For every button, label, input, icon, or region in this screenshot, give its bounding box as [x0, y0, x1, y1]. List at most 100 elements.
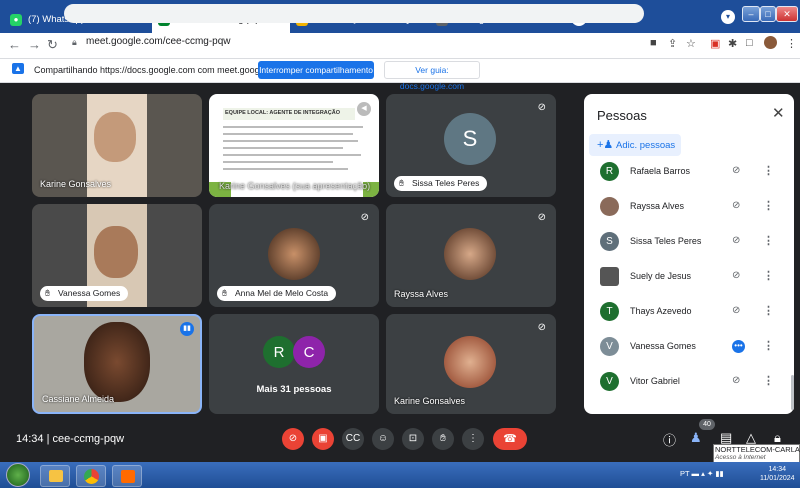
person-face [94, 112, 136, 162]
participant-name: Karine Gonsalves [40, 179, 112, 189]
video-tile[interactable]: ⊘ Rayssa Alves [386, 204, 556, 307]
participant-row[interactable]: T Thays Azevedo ⊘ ⋮ [600, 302, 780, 324]
participant-row[interactable]: S Sissa Teles Peres ⊘ ⋮ [600, 232, 780, 254]
leave-call-button[interactable]: ☎ [493, 428, 527, 450]
forward-icon[interactable]: → [28, 37, 41, 52]
more-options-icon[interactable]: ⋮ [763, 374, 774, 387]
menu-icon[interactable]: ⋮ [786, 37, 797, 50]
participant-name: Rayssa Alves [394, 289, 449, 299]
more-horizontal-icon: ••• [732, 340, 745, 353]
star-icon[interactable]: ☆ [686, 37, 696, 50]
puzzle-icon[interactable]: ✱ [728, 37, 737, 50]
url-text[interactable]: meet.google.com/cee-ccmg-pqw [86, 36, 231, 47]
more-options-icon[interactable]: ⋮ [763, 234, 774, 247]
more-options-icon[interactable]: ⋮ [763, 199, 774, 212]
avatar: C [293, 336, 325, 368]
tooltip-network-status: Acesso à Internet [715, 454, 766, 461]
more-options-icon[interactable]: ⋮ [763, 339, 774, 352]
back-icon[interactable]: ← [8, 37, 21, 52]
avatar[interactable] [764, 36, 777, 49]
close-icon[interactable]: ✕ [772, 104, 785, 122]
participant-name: Thays Azevedo [630, 306, 692, 316]
people-icon[interactable]: ♟︎ [690, 430, 702, 446]
share-icon[interactable]: ⇪ [668, 37, 677, 50]
switch-tab-button[interactable]: Ver guia: docs.google.com [384, 61, 480, 91]
person-face [84, 322, 150, 402]
stop-sharing-button[interactable]: Interromper compartilhamento [258, 61, 374, 79]
url-field[interactable] [64, 4, 644, 23]
slide-title: EQUIPE LOCAL: AGENTE DE INTEGRAÇÃO [225, 110, 340, 116]
close-window-button[interactable]: ✕ [776, 6, 798, 22]
participant-row[interactable]: Rayssa Alves ⊘ ⋮ [600, 197, 780, 219]
camera-toggle-button[interactable]: ▣ [312, 428, 334, 450]
mic-off-icon: ⊘ [732, 270, 741, 281]
more-options-icon[interactable]: ⋮ [763, 304, 774, 317]
participant-name: Karine Gonsalves (sua apresentação) [219, 181, 371, 191]
more-options-button[interactable]: ⋮ [462, 428, 484, 450]
info-icon[interactable]: ⓘ [663, 430, 676, 449]
avatar: S [444, 113, 496, 165]
video-tile-active-speaker[interactable]: ▮▮ Cassiane Almeida [32, 314, 202, 414]
present-icon: ▲ [12, 63, 24, 74]
avatar: V [600, 337, 619, 356]
chevron-down-icon[interactable]: ▾ [721, 10, 735, 24]
avatar: T [600, 302, 619, 321]
participant-row[interactable]: Suely de Jesus ⊘ ⋮ [600, 267, 780, 289]
panel-title: Pessoas [597, 108, 647, 123]
slide-text-line [223, 161, 333, 163]
folder-icon [49, 470, 63, 482]
avatar [600, 197, 619, 216]
extension-icon[interactable]: ▣ [710, 37, 720, 50]
slide-text-line [223, 147, 343, 149]
captions-button[interactable]: CC [342, 428, 364, 450]
minimize-button[interactable]: – [742, 6, 760, 22]
reload-icon[interactable]: ↻ [47, 37, 58, 53]
mic-off-icon: ⊘ [732, 200, 741, 211]
video-tile[interactable]: ⊘ Karine Gonsalves [386, 314, 556, 414]
avatar [444, 228, 496, 280]
start-button[interactable] [6, 463, 30, 487]
video-tile[interactable]: ✋︎ Vanessa Gomes [32, 204, 202, 307]
chrome-icon [84, 469, 99, 484]
mic-off-icon: ⊘ [537, 322, 546, 333]
meeting-info: 14:34 | cee-ccmg-pqw [16, 433, 125, 445]
present-button[interactable]: ⊡ [402, 428, 424, 450]
hand-raised-icon: ✋︎ [222, 288, 228, 298]
emoji-button[interactable]: ☺ [372, 428, 394, 450]
clock[interactable]: 14:34 11/01/2024 [760, 465, 795, 483]
video-tile[interactable]: ⊘ S ✋︎ Sissa Teles Peres [386, 94, 556, 197]
participant-name: Karine Gonsalves [394, 396, 466, 406]
participant-row[interactable]: R Rafaela Barros ⊘ ⋮ [600, 162, 780, 184]
more-options-icon[interactable]: ⋮ [763, 164, 774, 177]
mic-off-icon: ⊘ [732, 165, 741, 176]
maximize-button[interactable]: □ [760, 6, 776, 22]
hand-raised-icon: ✋︎ [399, 178, 405, 188]
sidebar-icon[interactable]: □ [746, 37, 753, 49]
participant-row[interactable]: V Vitor Gabriel ⊘ ⋮ [600, 372, 780, 394]
camera-icon[interactable]: ■ [650, 37, 657, 49]
avatar [600, 267, 619, 286]
scrollbar[interactable] [791, 375, 794, 410]
mic-toggle-button[interactable]: ⊘ [282, 428, 304, 450]
participant-name: ✋︎ Sissa Teles Peres [394, 176, 488, 191]
presentation-tile[interactable]: EQUIPE LOCAL: AGENTE DE INTEGRAÇÃO ◀ Kar… [209, 94, 379, 197]
chrome-taskbar-button[interactable] [76, 465, 106, 487]
participant-row[interactable]: V Vanessa Gomes ••• ⋮ [600, 337, 780, 359]
slide-text-line [223, 154, 361, 156]
raise-hand-button[interactable]: ✋︎ [432, 428, 454, 450]
explorer-taskbar-button[interactable] [40, 465, 70, 487]
video-tile[interactable]: ⊘ ✋︎ Anna Mel de Melo Costa [209, 204, 379, 307]
more-people-label: Mais 31 pessoas [256, 384, 332, 395]
participant-name: ✋︎ Anna Mel de Melo Costa [217, 286, 337, 301]
app-taskbar-button[interactable] [112, 465, 142, 487]
mic-off-icon: ⊘ [537, 212, 546, 223]
avatar: R [600, 162, 619, 181]
slide-text-line [223, 168, 348, 170]
participant-name: Sissa Teles Peres [630, 236, 702, 246]
video-tile[interactable]: Karine Gonsalves [32, 94, 202, 197]
more-options-icon[interactable]: ⋮ [763, 269, 774, 282]
system-tray[interactable]: PT ▬ ▴ ✦ ▮▮ [680, 469, 724, 478]
app-icon [121, 470, 135, 483]
whatsapp-icon: ● [10, 13, 22, 26]
more-people-tile[interactable]: R C Mais 31 pessoas [209, 314, 379, 414]
